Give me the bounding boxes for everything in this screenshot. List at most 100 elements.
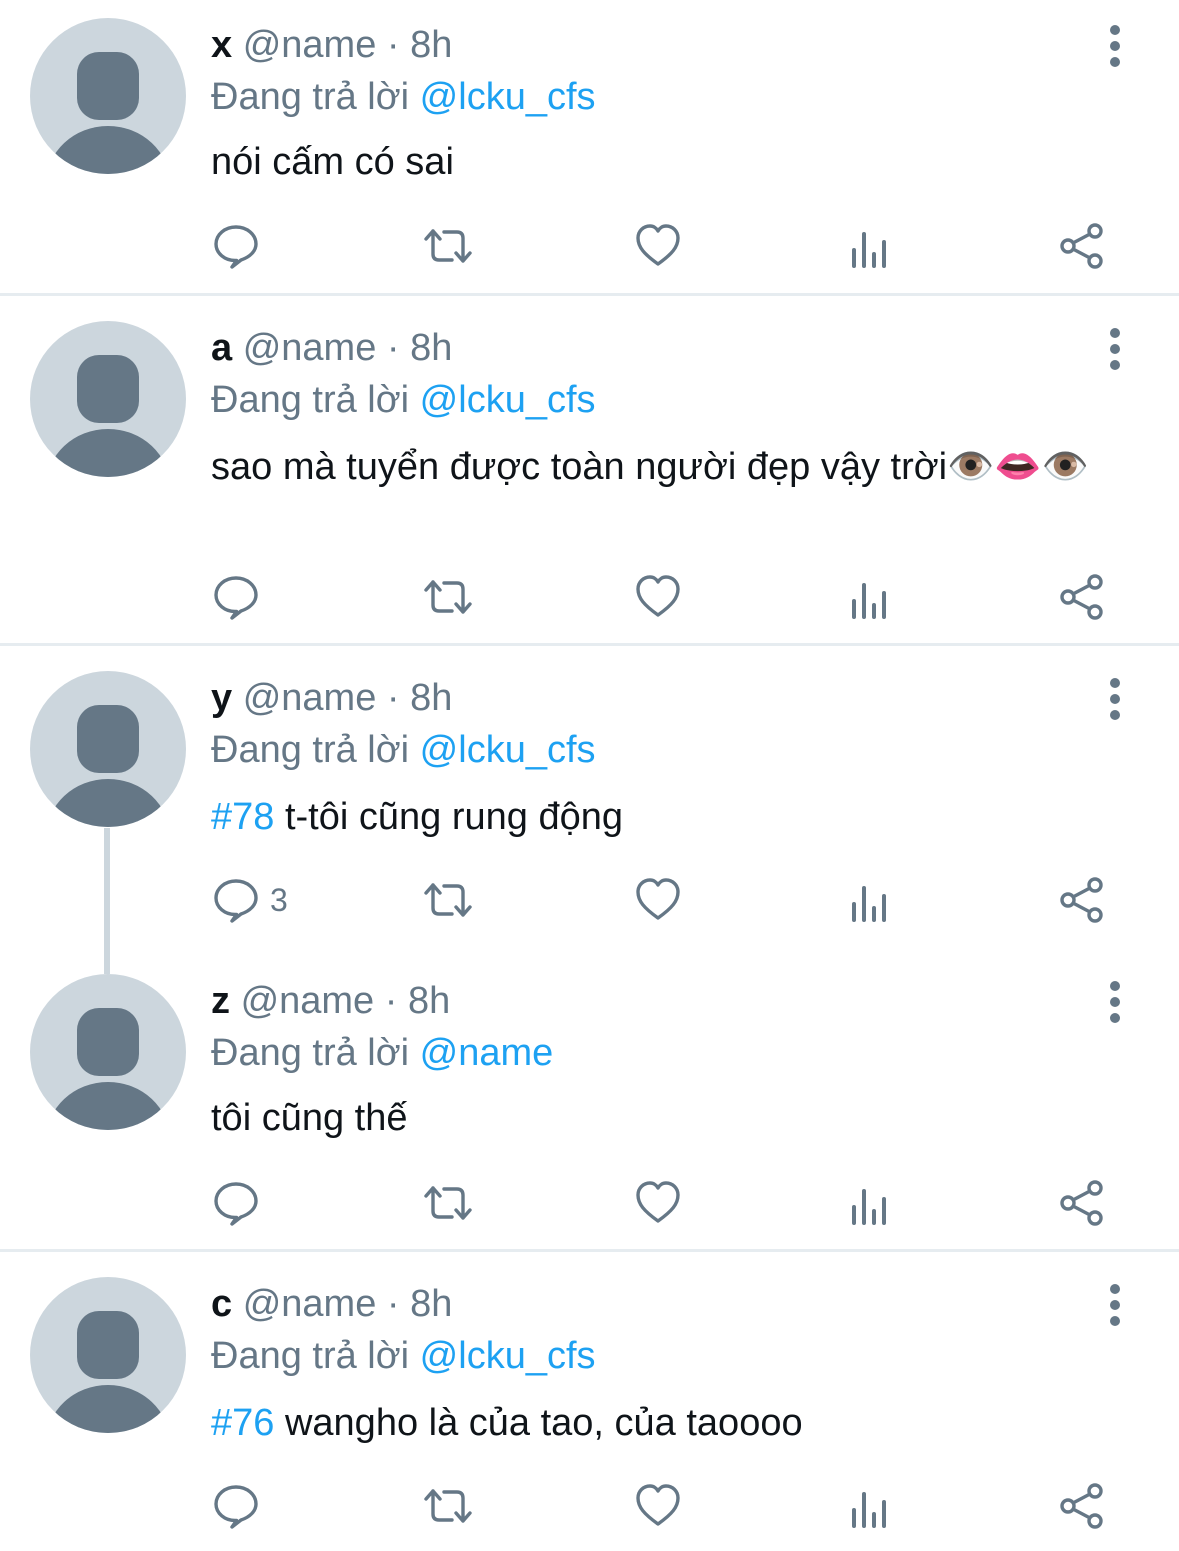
- reply-icon: [214, 225, 258, 269]
- tweet-actions: [0, 1476, 1179, 1536]
- reply-button[interactable]: [212, 1476, 270, 1536]
- heart-icon: [636, 878, 680, 920]
- tweet-actions: 3: [0, 870, 1179, 930]
- avatar[interactable]: [30, 18, 186, 174]
- handle-timestamp: @name · 8h: [240, 980, 451, 1022]
- share-icon: [1060, 1483, 1103, 1529]
- tweet-divider: [0, 643, 1179, 646]
- retweet-button[interactable]: [420, 870, 476, 930]
- tweet-actions: [0, 1173, 1179, 1233]
- tweet-body: wangho là của tao, của taoooo: [284, 1402, 803, 1444]
- reply-button[interactable]: [212, 216, 270, 276]
- reply-prefix: Đang trả lời: [211, 76, 410, 118]
- reply-context: Đang trả lời @lcku_cfs: [211, 74, 596, 120]
- display-name[interactable]: y: [211, 677, 232, 719]
- hashtag-link[interactable]: #76: [211, 1402, 274, 1444]
- more-options-button[interactable]: [1096, 978, 1134, 1026]
- retweet-icon: [424, 1186, 472, 1220]
- reply-feed: x @name · 8h Đang trả lời @lcku_cfs nói …: [0, 0, 1179, 1551]
- reply-context: Đang trả lời @lcku_cfs: [211, 1333, 596, 1379]
- tweet-body: sao mà tuyển được toàn người đẹp vậy trờ…: [211, 446, 1090, 488]
- more-vertical-icon: [1110, 25, 1120, 67]
- reply-mention-link[interactable]: @name: [420, 1032, 554, 1074]
- reply-button[interactable]: 3: [212, 870, 288, 930]
- default-avatar-icon: [46, 1008, 170, 1130]
- tweet-body: nói cấm có sai: [211, 141, 454, 183]
- views-button[interactable]: [848, 1476, 892, 1536]
- tweet-header: z @name · 8h: [211, 978, 450, 1024]
- retweet-icon: [424, 229, 472, 263]
- views-button[interactable]: [848, 1173, 892, 1233]
- tweet-header: y @name · 8h: [211, 675, 452, 721]
- more-options-button[interactable]: [1096, 675, 1134, 723]
- reply-icon: [214, 576, 258, 620]
- retweet-button[interactable]: [420, 567, 476, 627]
- heart-icon: [636, 224, 680, 266]
- tweet-header: x @name · 8h: [211, 22, 452, 68]
- analytics-icon: [852, 232, 886, 268]
- reply-icon: [214, 879, 258, 923]
- like-button[interactable]: [634, 567, 682, 627]
- hashtag-link[interactable]: #78: [211, 796, 274, 838]
- more-vertical-icon: [1110, 678, 1120, 720]
- avatar[interactable]: [30, 1277, 186, 1433]
- heart-icon: [636, 1484, 680, 1526]
- avatar[interactable]: [30, 321, 186, 477]
- display-name[interactable]: x: [211, 24, 232, 66]
- share-button[interactable]: [1056, 216, 1108, 276]
- analytics-icon: [852, 583, 886, 619]
- reply-mention-link[interactable]: @lcku_cfs: [420, 1335, 596, 1377]
- tweet-text: tôi cũng thế: [211, 1094, 1119, 1142]
- share-icon: [1060, 223, 1103, 269]
- reply-count: 3: [270, 881, 288, 918]
- default-avatar-icon: [46, 705, 170, 827]
- tweet-body: tôi cũng thế: [211, 1097, 408, 1139]
- more-options-button[interactable]: [1096, 22, 1134, 70]
- reply-prefix: Đang trả lời: [211, 1032, 410, 1074]
- like-button[interactable]: [634, 1476, 682, 1536]
- reply-prefix: Đang trả lời: [211, 379, 410, 421]
- retweet-button[interactable]: [420, 216, 476, 276]
- default-avatar-icon: [46, 355, 170, 477]
- reply-mention-link[interactable]: @lcku_cfs: [420, 76, 596, 118]
- tweet-body: t-tôi cũng rung động: [284, 796, 623, 838]
- avatar[interactable]: [30, 974, 186, 1130]
- share-button[interactable]: [1056, 1173, 1108, 1233]
- views-button[interactable]: [848, 567, 892, 627]
- reply-button[interactable]: [212, 1173, 270, 1233]
- heart-icon: [636, 1181, 680, 1223]
- handle-timestamp: @name · 8h: [242, 677, 453, 719]
- reply-button[interactable]: [212, 567, 270, 627]
- reply-mention-link[interactable]: @lcku_cfs: [420, 729, 596, 771]
- tweet-actions: [0, 216, 1179, 276]
- retweet-icon: [424, 580, 472, 614]
- display-name[interactable]: z: [211, 980, 230, 1022]
- tweet-header: a @name · 8h: [211, 325, 452, 371]
- more-options-button[interactable]: [1096, 1281, 1134, 1329]
- share-button[interactable]: [1056, 870, 1108, 930]
- more-options-button[interactable]: [1096, 325, 1134, 373]
- share-icon: [1060, 1180, 1103, 1226]
- like-button[interactable]: [634, 870, 682, 930]
- heart-icon: [636, 575, 680, 617]
- retweet-button[interactable]: [420, 1173, 476, 1233]
- tweet-text: #76 wangho là của tao, của taoooo: [211, 1399, 1119, 1447]
- share-icon: [1060, 877, 1103, 923]
- share-button[interactable]: [1056, 1476, 1108, 1536]
- views-button[interactable]: [848, 870, 892, 930]
- reply-context: Đang trả lời @name: [211, 1030, 553, 1076]
- reply-icon: [214, 1485, 258, 1529]
- handle-timestamp: @name · 8h: [242, 327, 453, 369]
- default-avatar-icon: [46, 1311, 170, 1433]
- share-button[interactable]: [1056, 567, 1108, 627]
- display-name[interactable]: a: [211, 327, 232, 369]
- more-vertical-icon: [1110, 1284, 1120, 1326]
- like-button[interactable]: [634, 1173, 682, 1233]
- avatar[interactable]: [30, 671, 186, 827]
- retweet-button[interactable]: [420, 1476, 476, 1536]
- reply-mention-link[interactable]: @lcku_cfs: [420, 379, 596, 421]
- like-button[interactable]: [634, 216, 682, 276]
- display-name[interactable]: c: [211, 1283, 232, 1325]
- views-button[interactable]: [848, 216, 892, 276]
- tweet-text: nói cấm có sai: [211, 138, 1119, 186]
